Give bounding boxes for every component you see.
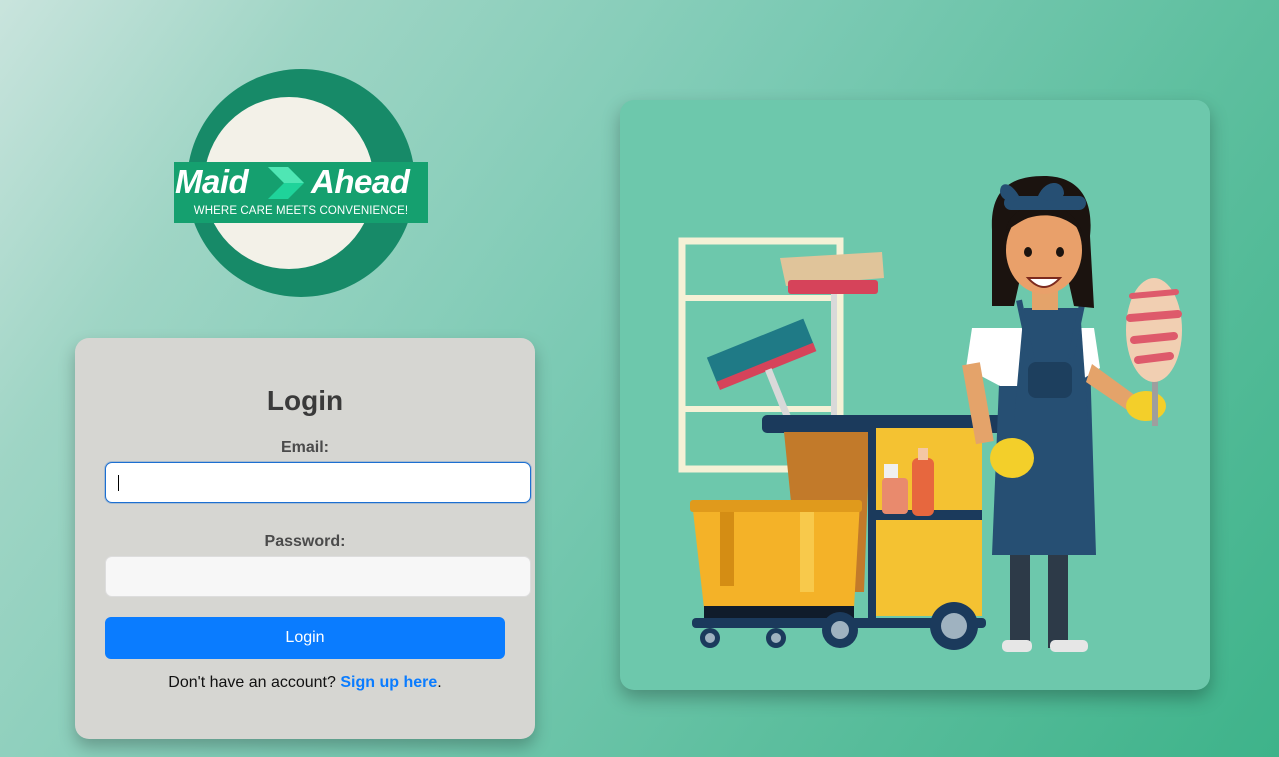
- logo-word-maid: Maid: [175, 163, 249, 200]
- password-input[interactable]: [105, 556, 531, 597]
- illustration-card: [620, 100, 1210, 690]
- logo-banner: Maid Ahead WHERE CARE MEETS CONVENIENCE!: [174, 162, 428, 223]
- text-cursor: [118, 475, 119, 491]
- email-label: Email:: [280, 439, 329, 456]
- logo-word-ahead: Ahead: [311, 163, 410, 200]
- password-label: Password:: [264, 533, 346, 550]
- signup-row: Don't have an account? Sign up here.: [75, 674, 535, 692]
- logo-arrow-icon: [268, 167, 304, 199]
- signup-suffix: .: [437, 674, 442, 691]
- login-title: Login: [266, 385, 344, 416]
- signup-link[interactable]: Sign up here: [340, 674, 437, 691]
- cleaning-maid-illustration: [678, 176, 1182, 652]
- login-card: Login Email: Password: Login Don't have …: [75, 338, 535, 739]
- logo-tagline: WHERE CARE MEETS CONVENIENCE!: [193, 205, 409, 217]
- email-input[interactable]: [105, 462, 531, 503]
- login-button[interactable]: Login: [105, 617, 505, 659]
- brand-logo: Maid Ahead WHERE CARE MEETS CONVENIENCE!: [174, 69, 428, 297]
- signup-prompt: Don't have an account?: [168, 674, 336, 691]
- maid-figure-icon: [962, 176, 1166, 652]
